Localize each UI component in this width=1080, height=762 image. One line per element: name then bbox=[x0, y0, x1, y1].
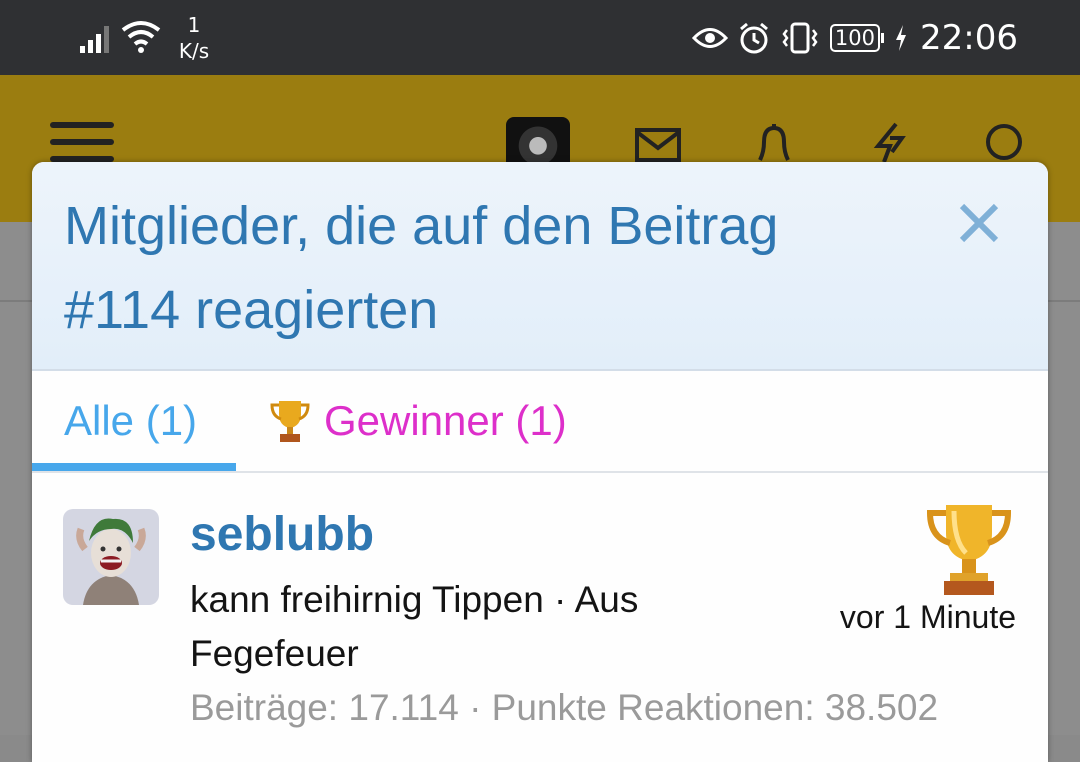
trophy-icon bbox=[926, 505, 1012, 595]
alarm-icon bbox=[739, 22, 768, 54]
tab-winner[interactable]: Gewinner (1) bbox=[268, 371, 567, 471]
vibrate-icon bbox=[782, 22, 818, 54]
menu-icon[interactable] bbox=[50, 122, 114, 162]
battery-icon: 100 bbox=[829, 24, 885, 52]
reaction-tabs: Alle (1) Gewinner (1) bbox=[32, 371, 1048, 473]
member-user-title: kann freihirnig Tippen · Aus Fegefeuer bbox=[190, 579, 639, 674]
network-speed: 1 K/s bbox=[178, 13, 210, 63]
bolt-icon[interactable] bbox=[870, 122, 910, 162]
mail-icon[interactable] bbox=[634, 122, 682, 162]
tab-all[interactable]: Alle (1) bbox=[64, 371, 197, 471]
eye-icon bbox=[691, 28, 728, 48]
trophy-icon bbox=[270, 401, 310, 442]
reaction-time: vor 1 Minute bbox=[839, 599, 1016, 635]
dialog-header: Mitglieder, die auf den Beitrag #114 rea… bbox=[32, 162, 1048, 371]
member-name[interactable]: seblubb bbox=[190, 507, 374, 562]
avatar[interactable] bbox=[63, 509, 159, 605]
wifi-icon bbox=[121, 21, 161, 53]
active-tab-indicator bbox=[32, 463, 236, 471]
signal-icon bbox=[80, 26, 109, 53]
dialog-title: Mitglieder, die auf den Beitrag #114 rea… bbox=[64, 196, 779, 340]
tab-all-label: Alle (1) bbox=[64, 397, 198, 444]
reactions-dialog: Mitglieder, die auf den Beitrag #114 rea… bbox=[32, 162, 1048, 762]
status-bar: 1 K/s 100 22:06 bbox=[0, 0, 1080, 75]
bell-icon[interactable] bbox=[752, 122, 796, 162]
charging-icon bbox=[896, 25, 907, 51]
member-stats: Beiträge: 17.114 · Punkte Reaktionen: 38… bbox=[190, 687, 939, 728]
search-icon[interactable] bbox=[984, 122, 1028, 162]
clock: 22:06 bbox=[920, 18, 1018, 58]
tab-winner-label: Gewinner (1) bbox=[324, 397, 567, 444]
list-item: seblubb kann freihirnig Tippen · Aus Feg… bbox=[32, 473, 1048, 762]
close-icon[interactable] bbox=[954, 198, 1004, 248]
